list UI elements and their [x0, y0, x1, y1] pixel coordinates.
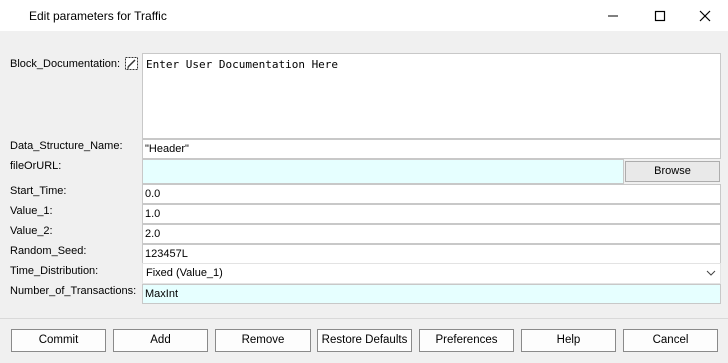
- window-title: Edit parameters for Traffic: [29, 9, 167, 23]
- block-documentation-textarea[interactable]: Enter User Documentation Here: [142, 53, 721, 139]
- time-distribution-label: Time_Distribution:: [10, 265, 99, 277]
- time-distribution-select[interactable]: Fixed (Value_1): [142, 263, 721, 284]
- chevron-down-icon: [706, 270, 716, 276]
- title-bar: Edit parameters for Traffic: [0, 0, 728, 31]
- close-icon: [699, 10, 711, 22]
- data-structure-name-field[interactable]: "Header": [142, 139, 721, 159]
- data-structure-name-label: Data_Structure_Name:: [10, 140, 123, 152]
- block-documentation-label: Block_Documentation:: [10, 58, 121, 70]
- number-of-transactions-field[interactable]: MaxInt: [142, 284, 721, 304]
- restore-defaults-button[interactable]: Restore Defaults: [317, 329, 412, 352]
- browse-button[interactable]: Browse: [625, 161, 720, 182]
- preferences-button[interactable]: Preferences: [419, 329, 514, 352]
- file-or-url-field[interactable]: [142, 159, 624, 184]
- time-distribution-value: Fixed (Value_1): [146, 267, 223, 279]
- file-or-url-label: fileOrURL:: [10, 160, 62, 172]
- remove-button[interactable]: Remove: [215, 329, 311, 352]
- value-1-field[interactable]: 1.0: [142, 204, 721, 224]
- add-button[interactable]: Add: [113, 329, 208, 352]
- commit-button[interactable]: Commit: [11, 329, 106, 352]
- cancel-button[interactable]: Cancel: [623, 329, 718, 352]
- separator: [0, 318, 728, 319]
- number-of-transactions-label: Number_of_Transactions:: [10, 285, 137, 297]
- value-2-label: Value_2:: [10, 225, 53, 237]
- minimize-button[interactable]: [590, 0, 636, 31]
- minimize-icon: [608, 15, 618, 17]
- maximize-icon: [654, 10, 666, 22]
- maximize-button[interactable]: [637, 0, 683, 31]
- value-2-field[interactable]: 2.0: [142, 224, 721, 244]
- random-seed-label: Random_Seed:: [10, 245, 87, 257]
- close-button[interactable]: [682, 0, 728, 31]
- edit-documentation-icon[interactable]: [125, 57, 138, 73]
- random-seed-field[interactable]: 123457L: [142, 244, 721, 264]
- start-time-label: Start_Time:: [10, 185, 67, 197]
- block-documentation-text: Enter User Documentation Here: [146, 58, 339, 71]
- help-button[interactable]: Help: [521, 329, 616, 352]
- start-time-field[interactable]: 0.0: [142, 184, 721, 204]
- value-1-label: Value_1:: [10, 205, 53, 217]
